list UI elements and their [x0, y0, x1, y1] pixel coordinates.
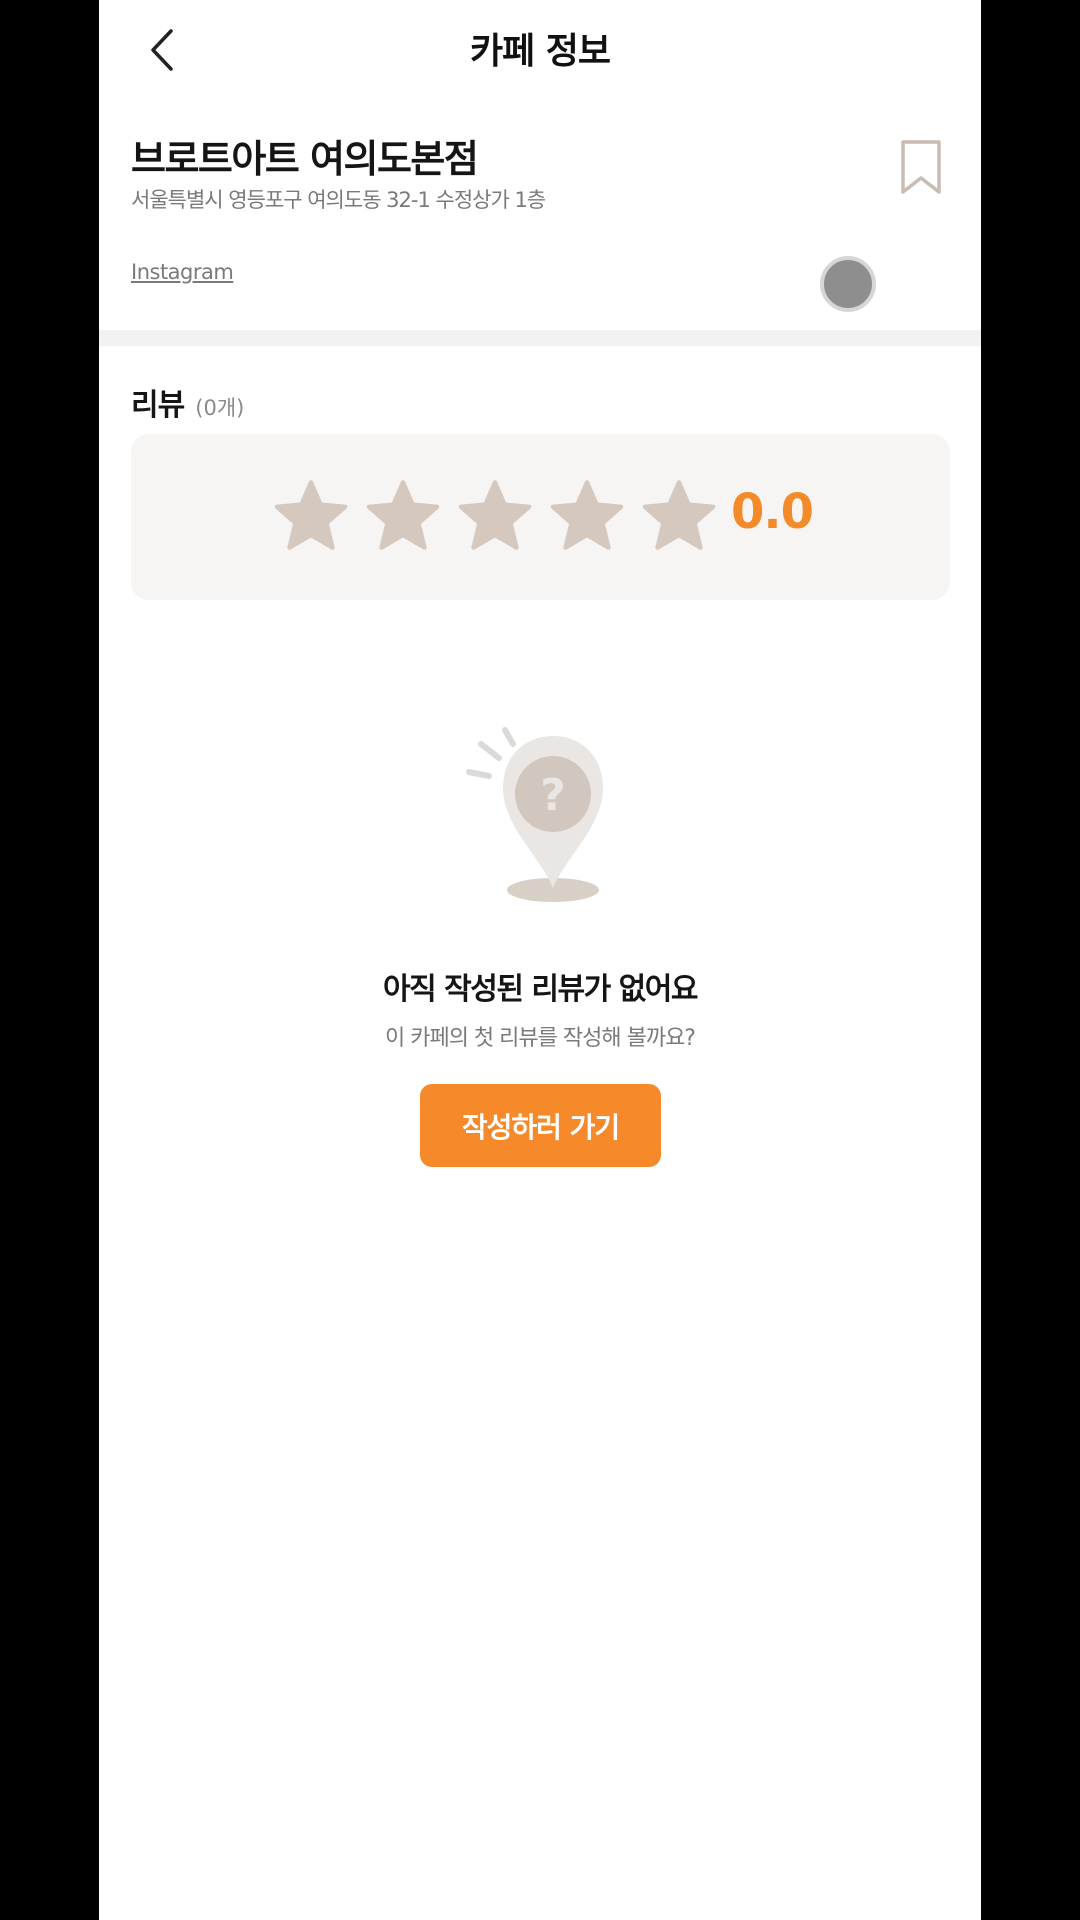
star-icon [274, 478, 348, 552]
rating-value: 0.0 [731, 484, 814, 540]
star-icon [458, 478, 532, 552]
star-icon [550, 478, 624, 552]
app-header: 카페 정보 [99, 0, 981, 100]
section-divider [99, 330, 981, 346]
svg-text:?: ? [540, 770, 566, 821]
bookmark-button[interactable] [897, 138, 945, 196]
bookmark-icon [901, 140, 941, 194]
question-map-pin-icon: ? [463, 722, 613, 908]
review-section-header: 리뷰 (0개) [131, 380, 244, 424]
star-rating [274, 478, 716, 552]
cafe-address: 서울특별시 영등포구 여의도동 32-1 수정상가 1층 [131, 188, 546, 212]
cafe-info-screen: 카페 정보 브로트아트 여의도본점 서울특별시 영등포구 여의도동 32-1 수… [99, 0, 981, 1920]
cafe-name: 브로트아트 여의도본점 [131, 137, 479, 181]
review-count: (0개) [195, 396, 245, 420]
page-title: 카페 정보 [469, 31, 611, 72]
star-icon [366, 478, 440, 552]
review-section-title: 리뷰 [131, 388, 185, 423]
floating-touch-indicator[interactable] [820, 256, 876, 312]
rating-summary-card: 0.0 [131, 434, 950, 600]
empty-state-subtitle: 이 카페의 첫 리뷰를 작성해 볼까요? [384, 1026, 696, 1051]
empty-state-title: 아직 작성된 리뷰가 없어요 [383, 972, 698, 1007]
write-review-button[interactable]: 작성하러 가기 [420, 1084, 661, 1167]
star-icon [642, 478, 716, 552]
instagram-link[interactable]: Instagram [131, 260, 234, 284]
